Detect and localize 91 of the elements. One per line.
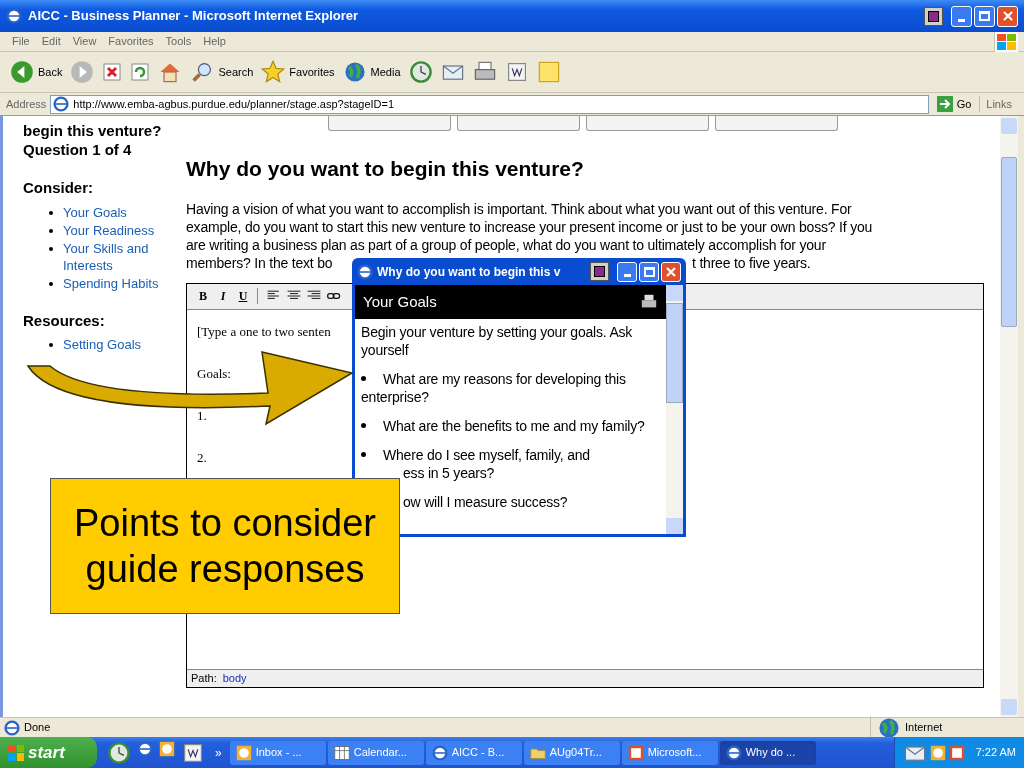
browser-icon [137,740,153,757]
minimize-button[interactable] [951,5,972,27]
browser-icon [357,263,373,280]
menu-item[interactable]: View [66,33,103,50]
bold-button[interactable]: B [193,287,213,305]
popup-text: ess in 5 years? [402,464,496,482]
maximize-button[interactable] [974,5,995,27]
intro-text: members? In the text bo [186,253,333,272]
taskbar-button[interactable]: Calendar... [327,740,424,765]
taskbar-button[interactable]: Microsoft... [621,740,718,765]
go-arrow-icon [936,96,953,112]
taskbar-button[interactable]: AUg04Tr... [523,740,620,765]
close-button[interactable] [997,5,1018,27]
editor-text: 2. [197,449,207,466]
address-field[interactable]: http://www.emba-agbus.purdue.edu/planner/stage.asp?stageID=1 [50,94,929,114]
start-button[interactable]: start [0,737,97,768]
resources-heading: Resources: [23,310,106,331]
stop-button[interactable] [102,62,123,82]
menu-item[interactable]: Edit [35,33,67,50]
clock-text: 7:22 AM [975,745,1016,761]
browser-icon [431,744,448,761]
editor-text: [Type a one to two senten [197,323,331,340]
popup-bullet-text: What are the benefits to me and my family? [361,417,660,435]
taskbar-button[interactable]: Why do ... [719,740,816,765]
back-button[interactable]: Back [10,60,63,84]
media-button[interactable]: Media [342,60,401,84]
popup-title: Why do you want to begin this v [377,263,562,281]
refresh-icon [130,62,151,82]
editor-text: Goals: [197,365,231,382]
taskbar-button[interactable]: Inbox - ... [229,740,326,765]
browser-icon [725,744,742,761]
overflow-chevron[interactable]: » [215,743,222,762]
globe-icon [877,715,901,740]
browser-icon [53,96,70,112]
browser-icon [4,719,20,736]
sidebar-link[interactable]: Your Readiness [63,221,186,239]
menu-item[interactable]: Help [197,33,232,50]
underline-button[interactable]: U [233,287,253,305]
popup-scrollbar[interactable] [666,285,683,534]
status-text: Done [24,720,51,736]
browser-icon [6,8,22,24]
question-title: begin this venture? [23,121,163,140]
popup-bullet-text: Where do I see myself, family, and [361,446,660,464]
path-label: Path: [191,670,217,686]
popup-heading: Your Goals [363,291,437,312]
tab-button[interactable] [328,116,451,131]
close-button[interactable] [661,261,681,282]
address-label: Address [6,96,47,112]
intro-text: t three to five years. [692,253,811,272]
search-button[interactable]: Search [190,60,254,84]
menu-item[interactable]: File [6,33,36,50]
menu-item[interactable]: Tools [159,33,198,50]
presentation-icon [627,744,644,761]
favorites-button[interactable]: Favorites [261,60,335,84]
note-icon [536,60,561,84]
popup-text: ow will I measure success? [402,493,569,511]
menu-item[interactable]: Favorites [102,33,160,50]
minimize-button[interactable] [617,261,637,282]
tab-button[interactable] [715,116,838,131]
question-title: Question 1 of 4 [23,140,133,159]
taskbar-button[interactable]: AICC - B... [425,740,522,765]
page-heading: Why do you want to begin this venture? [186,156,585,182]
go-button[interactable]: Go [932,95,976,113]
close-icon [1002,11,1013,21]
scrollbar[interactable] [1000,116,1018,717]
popup-bullet-text: What are my reasons for developing this enterprise? [361,370,627,406]
maximize-button[interactable] [639,261,659,282]
intro-text: Having a vision of what you want to accomplish is important. Think about what you want out of this venture. For [186,199,852,218]
stop-icon [102,62,123,82]
consider-heading: Consider: [23,178,94,198]
intro-text: example, do you want to start this new venture to increase your present income or just to be your own boss? If you [186,217,873,236]
sidebar-link[interactable]: Your Goals [63,203,186,221]
security-zone: Internet [905,720,943,736]
refresh-button[interactable] [130,62,151,82]
links-label[interactable]: Links [979,95,1018,113]
editor-text: 1. [197,407,207,424]
globe-icon [342,60,367,84]
sidebar-link[interactable]: Spending Habits [63,274,186,292]
presentation-icon [948,744,965,761]
calendar-icon [333,744,350,761]
sidebar-link[interactable]: Setting Goals [63,337,142,352]
star-icon [261,60,286,84]
tab-button[interactable] [457,116,580,131]
path-link[interactable]: body [222,669,247,687]
italic-button[interactable]: I [213,287,233,305]
close-icon [666,266,676,277]
window-title: AICC - Business Planner - Microsoft Internet Explorer [28,7,359,26]
tab-button[interactable] [586,116,709,131]
intro-text: are writing a business plan as part of a group of people, what do you want to ultimately accomplish for your [186,235,826,254]
sidebar-link[interactable]: Your Skills and Interests [63,239,186,274]
popup-text: Begin your venture by setting your goals. Ask yourself [361,323,634,359]
